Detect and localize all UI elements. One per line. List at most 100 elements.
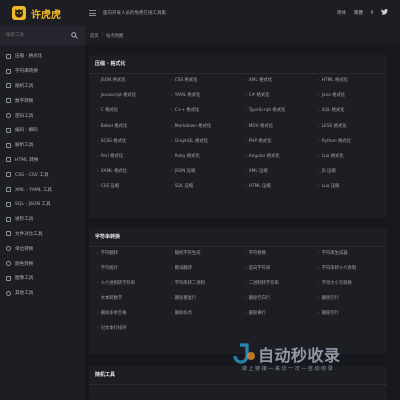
tool-link[interactable]: › HTML 压缩 — [245, 183, 271, 193]
tool-link[interactable]: › 删除换行 — [245, 310, 266, 320]
tool-link[interactable]: › 字符替换 — [245, 250, 266, 260]
tool-link[interactable]: › 对文本行排序 — [97, 325, 127, 335]
tool-link-label: 删除换行 — [248, 311, 266, 316]
bullet-icon: › — [245, 281, 247, 286]
tool-link[interactable]: › Perl 格式化 — [97, 153, 123, 163]
breadcrumb-home-link[interactable]: 首页 — [90, 33, 99, 39]
sidebar-item-parse[interactable]: 解析工具 — [0, 138, 85, 153]
sidebar-item-label: 单位转换 — [15, 246, 34, 252]
tool-link[interactable]: › Ruby 格式化 — [171, 153, 200, 163]
tool-link[interactable]: › C# 格式化 — [245, 92, 270, 102]
brand[interactable]: 许虎虎 — [0, 0, 85, 26]
sidebar-item-sql-json[interactable]: SQL - JSON 工具 — [0, 197, 85, 212]
tool-link[interactable]: › SQL 格式化 — [318, 107, 344, 117]
tool-link[interactable]: › 字符串转十六进制 — [318, 265, 356, 275]
search-input[interactable] — [0, 26, 64, 45]
tool-link[interactable]: › CSS 压缩 — [97, 183, 119, 193]
tool-link[interactable]: › 删除空行 — [318, 295, 339, 305]
tool-link[interactable]: › MDX 格式化 — [245, 123, 273, 133]
sidebar-item-color[interactable]: 颜色转换 — [0, 256, 85, 271]
tool-link[interactable]: › Angular 格式化 — [245, 153, 280, 163]
bullet-icon: › — [97, 154, 99, 159]
tool-link[interactable]: › 字符统计 — [97, 265, 118, 275]
tool-link[interactable]: › JSON 格式化 — [97, 77, 126, 87]
sidebar-item-diff[interactable]: 文件对比工具 — [0, 227, 85, 242]
tool-link[interactable]: › XML 压缩 — [245, 168, 268, 178]
tool-link-label: 字符串转十六进制 — [321, 266, 357, 271]
watermark-subtext: 做 上 链 接 — 来 访 一 次 — 自 动 收 录 — [242, 366, 333, 372]
tool-link[interactable]: › 字母大小写转换 — [318, 280, 352, 290]
tool-link[interactable]: › C 格式化 — [97, 107, 118, 117]
tool-link[interactable]: › Babel 格式化 — [97, 123, 127, 133]
tool-link-label: JSON 格式化 — [100, 78, 126, 83]
tool-link[interactable]: › 随机字符生成 — [171, 250, 201, 260]
tool-link[interactable]: › Java 格式化 — [318, 92, 345, 102]
sidebar-item-password[interactable]: 密码工具 — [0, 108, 85, 123]
tool-link[interactable]: › 删除空行 — [318, 310, 339, 320]
lang-traditional-link[interactable]: 繁體 — [354, 10, 363, 16]
tool-link[interactable]: › XML 格式化 — [245, 77, 272, 87]
sidebar-item-encode[interactable]: 编码 · 解码 — [0, 123, 85, 138]
sidebar-item-unit[interactable]: 单位转换 — [0, 241, 85, 256]
tool-link[interactable]: › PHP 格式化 — [245, 138, 271, 148]
bullet-icon: › — [318, 251, 320, 256]
tool-link[interactable]: › 字符串生成器 — [318, 250, 348, 260]
facebook-icon[interactable]: f — [371, 11, 373, 16]
bullet-icon: › — [318, 311, 320, 316]
section-title: 压缩 · 格式化 — [89, 55, 387, 74]
tool-link-label: Angular 格式化 — [248, 154, 280, 159]
bullet-icon: › — [97, 93, 99, 99]
tool-link[interactable]: › 二进制转字符串 — [245, 280, 279, 290]
tool-link[interactable]: › Markdown 格式化 — [171, 123, 211, 133]
tool-link[interactable]: › CSS 格式化 — [171, 77, 197, 87]
sidebar-item-random[interactable]: 随机工具 — [0, 79, 85, 94]
sidebar-item-image[interactable]: 图像工具 — [0, 271, 85, 286]
sidebar-item-advanced[interactable]: 进阶工具 — [0, 212, 85, 227]
tool-link[interactable]: › 字符串转二进制 — [171, 280, 205, 290]
bullet-icon: › — [97, 184, 99, 190]
sidebar-item-number[interactable]: 数字转换 — [0, 93, 85, 108]
sidebar-nav: 压缩 · 格式化 字符串转换 随机工具 数字转换 密码工具 编码 · 解码 解析… — [0, 49, 85, 301]
tool-link[interactable]: › LESS 格式化 — [318, 123, 347, 133]
tool-link[interactable]: › Python 格式化 — [318, 138, 351, 148]
tool-link[interactable]: › GraphQL 格式化 — [171, 138, 208, 148]
tool-link[interactable]: › YAML 格式化 — [171, 92, 200, 102]
bullet-icon: › — [318, 78, 320, 83]
sidebar-item-html[interactable]: HTML 转换 — [0, 153, 85, 168]
bullet-icon: › — [171, 266, 173, 271]
tool-link[interactable]: › SCSS 格式化 — [97, 138, 126, 148]
tool-link[interactable]: › 数词翻译 — [171, 265, 192, 275]
tool-link[interactable]: › 文本转数字 — [97, 295, 122, 305]
tool-link[interactable]: › 删除空白行 — [245, 295, 270, 305]
tool-link[interactable]: › Lua 压缩 — [318, 183, 339, 193]
sidebar-item-string[interactable]: 字符串转换 — [0, 64, 85, 79]
tool-link[interactable]: › XAML 格式化 — [97, 168, 127, 178]
tool-link[interactable]: › 删除多余空格 — [97, 310, 127, 320]
tool-link-label: XML 格式化 — [248, 78, 273, 83]
tool-link-label: Babel 格式化 — [100, 123, 128, 129]
tool-link[interactable]: › Javascript 格式化 — [97, 92, 136, 102]
sidebar-item-label: 压缩 · 格式化 — [15, 54, 43, 60]
tool-link[interactable]: › SQL 压缩 — [171, 183, 193, 193]
tool-link[interactable]: › Lua 格式化 — [318, 153, 344, 163]
tool-link-label: XAML 格式化 — [100, 169, 127, 175]
tool-link[interactable]: › 字符翻转 — [97, 250, 118, 260]
tool-link[interactable]: › 十六进制转字符串 — [97, 280, 135, 290]
search-icon[interactable] — [64, 26, 85, 45]
tool-link[interactable]: › 删除重复行 — [171, 295, 196, 305]
tool-link[interactable]: › JS 压缩 — [318, 168, 336, 178]
hamburger-menu-icon[interactable] — [89, 9, 96, 18]
sidebar-item-format[interactable]: 压缩 · 格式化 — [0, 49, 85, 64]
tool-link[interactable]: › HTML 格式化 — [318, 77, 348, 87]
sidebar-item-other[interactable]: 其他工具 — [0, 286, 85, 301]
lang-simplified-link[interactable]: 简体 — [337, 10, 346, 16]
tool-link[interactable]: › C++ 格式化 — [171, 107, 199, 117]
tool-link[interactable]: › 删除标点 — [171, 310, 192, 320]
tool-link[interactable]: › 反向字符串 — [245, 265, 270, 275]
tool-link[interactable]: › TypeScript 格式化 — [245, 107, 285, 117]
sidebar-item-xml-yaml[interactable]: XML - YAML 工具 — [0, 182, 85, 197]
sidebar-item-css-csv[interactable]: CSS - CSV 工具 — [0, 167, 85, 182]
bullet-icon: › — [171, 296, 173, 301]
tool-link[interactable]: › JSON 压缩 — [171, 168, 195, 178]
twitter-icon[interactable] — [381, 9, 388, 17]
